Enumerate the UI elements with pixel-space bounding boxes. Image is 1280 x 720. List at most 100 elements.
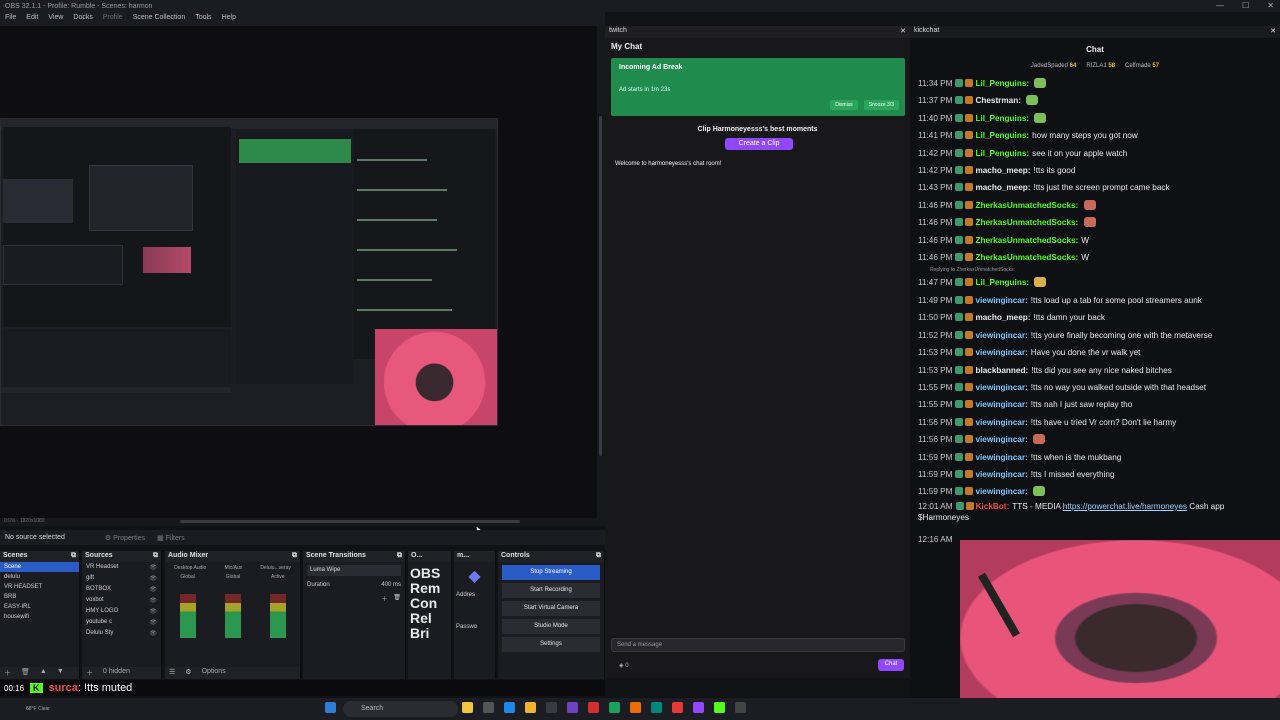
source-item[interactable]: BOTBOX 👁 <box>82 584 161 595</box>
mixer-settings-icon[interactable]: ⚙ <box>185 668 191 678</box>
message-username[interactable]: Lil_Penguins: <box>975 149 1029 158</box>
message-username[interactable]: viewingincar: <box>975 435 1027 444</box>
message-username[interactable]: viewingincar: <box>975 470 1027 479</box>
studio-mode-button[interactable]: Studio Mode <box>502 619 600 634</box>
close-icon[interactable]: ✕ <box>900 27 906 37</box>
close-icon[interactable]: ✕ <box>1267 1 1274 10</box>
message-username[interactable]: Lil_Penguins: <box>975 114 1029 123</box>
undock-icon[interactable]: ⧉ <box>397 552 402 561</box>
filters-button[interactable]: ▦ Filters <box>157 534 185 542</box>
message-username[interactable]: ZherkasUnmatchedSocks: <box>975 218 1078 227</box>
undock-icon[interactable]: ⧉ <box>292 552 297 561</box>
chat-message[interactable]: 11:56 PM viewingincar: <box>918 431 1272 448</box>
taskbar-search[interactable]: Search <box>343 701 458 717</box>
obs-preview[interactable] <box>0 26 597 538</box>
message-username[interactable]: Lil_Penguins: <box>975 79 1029 88</box>
message-username[interactable]: viewingincar: <box>975 418 1027 427</box>
menu-edit[interactable]: Edit <box>26 14 38 26</box>
scene-item[interactable]: delulu <box>0 572 79 582</box>
menu-docks[interactable]: Docks <box>73 14 92 26</box>
chat-message[interactable]: 11:55 PM viewingincar: !tts no way you wal… <box>918 379 1272 396</box>
chat-message[interactable]: 11:53 PM viewingincar: Have you done the v… <box>918 344 1272 361</box>
visibility-icon[interactable]: 👁 <box>149 630 157 637</box>
message-username[interactable]: viewingincar: <box>975 487 1027 496</box>
visibility-icon[interactable]: 👁 <box>149 619 157 626</box>
scene-down-icon[interactable]: ▼ <box>57 668 64 678</box>
message-username[interactable]: viewingincar: <box>975 331 1027 340</box>
add-source-icon[interactable]: ＋ <box>86 668 93 678</box>
chat-message[interactable]: 11:56 PM viewingincar: !tts have u tried V… <box>918 414 1272 431</box>
transition-select[interactable]: Luma Wipe <box>307 565 401 576</box>
undock-icon[interactable]: ⧉ <box>596 552 601 561</box>
add-transition-icon[interactable]: ＋ <box>381 594 387 603</box>
remove-scene-icon[interactable]: 🗑 <box>21 668 30 678</box>
chat-message[interactable]: 11:46 PM ZherkasUnmatchedSocks: W <box>918 249 1272 266</box>
menu-help[interactable]: Help <box>222 14 236 26</box>
chat-message[interactable]: 11:55 PM viewingincar: !tts nah I just saw… <box>918 396 1272 413</box>
chat-send-button[interactable]: Chat <box>878 659 904 671</box>
undock-icon[interactable]: ⧉ <box>71 552 76 561</box>
snooze-button[interactable]: Snooze 3/3 <box>863 100 899 110</box>
minimize-icon[interactable]: — <box>1216 1 1224 10</box>
menu-view[interactable]: View <box>48 14 63 26</box>
message-username[interactable]: KickBot: <box>976 502 1010 511</box>
mixer-menu-icon[interactable]: ☰ <box>169 668 175 678</box>
stop-streaming-button[interactable]: Stop Streaming <box>502 565 600 580</box>
obs-icon[interactable] <box>735 702 746 713</box>
visibility-icon[interactable]: 👁 <box>149 597 157 604</box>
remove-transition-icon[interactable]: 🗑 <box>393 594 401 603</box>
chat-message[interactable]: 11:43 PM macho_meep: !tts just the screen … <box>918 179 1272 196</box>
taskbar-app-icon[interactable] <box>609 702 620 713</box>
channel-points[interactable]: ◈ 0 <box>619 662 629 669</box>
scene-item[interactable]: EASY-IRL <box>0 602 79 612</box>
edge-icon[interactable] <box>504 702 515 713</box>
chat-message[interactable]: 11:37 PM Chestrman: <box>918 92 1272 109</box>
message-username[interactable]: viewingincar: <box>975 383 1027 392</box>
volume-meter[interactable] <box>179 594 196 638</box>
chat-message[interactable]: 11:46 PM ZherkasUnmatchedSocks: <box>918 214 1272 231</box>
source-item[interactable]: voxbot 👁 <box>82 595 161 606</box>
maximize-icon[interactable]: ☐ <box>1242 1 1249 10</box>
message-username[interactable]: ZherkasUnmatchedSocks: <box>975 253 1078 262</box>
message-username[interactable]: blackbanned: <box>975 366 1028 375</box>
source-item[interactable]: gift 👁 <box>82 573 161 584</box>
taskbar-app-icon[interactable] <box>630 702 641 713</box>
properties-button[interactable]: ⚙ Properties <box>105 534 145 542</box>
message-username[interactable]: macho_meep: <box>975 183 1030 192</box>
chat-message[interactable]: 11:42 PM Lil_Penguins: see it on your appl… <box>918 145 1272 162</box>
chat-message[interactable]: 11:34 PM Lil_Penguins: <box>918 75 1272 92</box>
chat-message[interactable]: 11:50 PM macho_meep: !tts damn your back <box>918 309 1272 326</box>
scene-up-icon[interactable]: ▲ <box>40 668 47 678</box>
source-item[interactable]: youtube c 👁 <box>82 617 161 628</box>
taskbar-app-icon[interactable] <box>567 702 578 713</box>
windows-start-icon[interactable] <box>325 702 336 713</box>
chat-message[interactable]: 11:59 PM viewingincar: <box>918 483 1272 500</box>
source-item[interactable]: HMY LOGO 👁 <box>82 606 161 617</box>
menu-tools[interactable]: Tools <box>195 14 211 26</box>
visibility-icon[interactable]: 👁 <box>149 575 157 582</box>
message-username[interactable]: Lil_Penguins: <box>975 278 1029 287</box>
preview-horizontal-scrollbar[interactable] <box>0 518 597 526</box>
undock-icon[interactable]: ⧉ <box>153 552 158 561</box>
kick-icon[interactable] <box>714 702 725 713</box>
message-username[interactable]: Lil_Penguins: <box>975 131 1029 140</box>
settings-button[interactable]: Settings <box>502 637 600 652</box>
chat-message[interactable]: 11:47 PM Lil_Penguins: <box>918 274 1272 291</box>
scene-item[interactable]: Scene <box>0 562 79 572</box>
duration-input[interactable]: 400 ms <box>381 582 401 588</box>
chat-message[interactable]: 11:46 PM ZherkasUnmatchedSocks: W <box>918 232 1272 249</box>
source-item[interactable]: Delulu Sty 👁 <box>82 628 161 639</box>
message-username[interactable]: macho_meep: <box>975 166 1030 175</box>
close-icon[interactable]: ✕ <box>1270 27 1276 37</box>
chat-message[interactable]: 11:46 PM ZherkasUnmatchedSocks: <box>918 197 1272 214</box>
visibility-icon[interactable]: 👁 <box>149 586 157 593</box>
taskbar-app-icon[interactable] <box>546 702 557 713</box>
dismiss-button[interactable]: Dismiss <box>830 100 858 110</box>
menu-scene-collection[interactable]: Scene Collection <box>133 14 186 26</box>
chat-message[interactable]: 11:49 PM viewingincar: !tts load up a tab … <box>918 292 1272 309</box>
send-message-input[interactable]: Send a message <box>611 638 905 652</box>
message-username[interactable]: viewingincar: <box>975 400 1027 409</box>
volume-meter[interactable] <box>224 594 241 638</box>
scene-item[interactable]: BRB <box>0 592 79 602</box>
message-username[interactable]: macho_meep: <box>975 313 1030 322</box>
